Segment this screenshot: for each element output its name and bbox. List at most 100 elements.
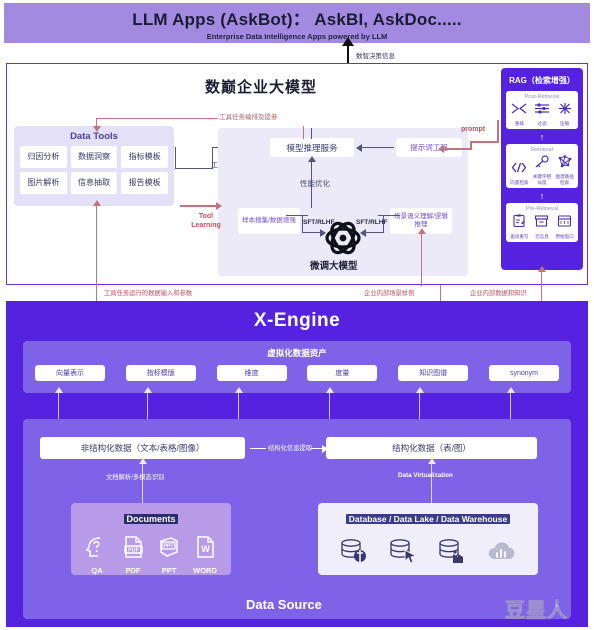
db-item-click[interactable]: [387, 537, 421, 572]
doc-item-ppt[interactable]: PPT PPT: [153, 535, 185, 575]
documents-card: Documents QA PDF PDF PPT PPT W WORD: [71, 503, 231, 575]
sft-left-elbow: [302, 215, 304, 232]
rag-pre-retrieval-title: Pre-Retrieval: [525, 205, 559, 212]
tool-result-line-v1: [175, 147, 177, 169]
rag-post-retrieval-card[interactable]: Post-Retrieval 重排 过滤 压缩: [506, 91, 578, 130]
rag-item-keyword[interactable]: 关键字相似度: [531, 155, 553, 185]
virt-chip[interactable]: 指标模版: [125, 365, 196, 381]
rag-item-label: 过滤: [537, 121, 547, 126]
data-tool-item[interactable]: 信息抽取: [70, 172, 118, 194]
cloud-analytics-icon: [488, 542, 514, 559]
db-item-factory[interactable]: [436, 537, 470, 572]
data-tool-item[interactable]: 图片解析: [20, 172, 67, 194]
inference-red-tick: [303, 126, 305, 139]
doc-item-label: PPT: [161, 566, 177, 575]
rag-post-retrieval-title: Post-Retrieval: [524, 94, 560, 100]
database-card-title: Database / Data Lake / Data Warehouse: [345, 514, 511, 524]
rag-item-query-rewrite[interactable]: 查询重写: [508, 214, 530, 239]
unstructured-data-box[interactable]: 非结构化数据（文本/表格/图像）: [40, 437, 245, 459]
virtualized-data-assets-panel: 虚拟化数据资产 向量表示 指标模版 维度 度量 知识图谱 synonym: [23, 341, 571, 393]
rag-item-graph[interactable]: 图谱路径检索: [554, 155, 576, 185]
virt-chip[interactable]: synonym: [488, 365, 559, 381]
rag-item-compress[interactable]: 压缩: [554, 102, 576, 126]
svg-text:PPT: PPT: [163, 544, 174, 550]
virt-chip[interactable]: 知识图谱: [398, 365, 469, 381]
extract-line-left: [250, 448, 266, 449]
data-virt-arrow: [428, 458, 436, 486]
sft-left-arrow: [302, 228, 326, 238]
inference-service-box[interactable]: 模型推理服务: [270, 138, 354, 157]
code-brackets-icon: [512, 162, 527, 172]
rag-item-label: 关键字相似度: [532, 174, 552, 185]
data-tool-item[interactable]: 报告模板: [121, 172, 168, 194]
x-engine-title: X-Engine: [253, 310, 341, 331]
prompt-line-h: [470, 141, 499, 143]
database-click-icon: [389, 539, 417, 564]
doc-item-qa[interactable]: QA: [81, 535, 113, 575]
rag-item-label: 元信息: [535, 233, 549, 239]
structured-data-box[interactable]: 结构化数据（表/图）: [326, 437, 537, 459]
data-tools-panel: Data Tools 归因分析 数据洞察 指标模板 图片解析 信息抽取 报告模板: [14, 126, 174, 206]
finetune-model-label: 微调大模型: [310, 261, 358, 272]
sft-right-elbow: [383, 215, 385, 232]
tool-orchestration-line: [96, 118, 218, 120]
rag-retrieval-title: Retrieval: [531, 147, 553, 154]
tool-orchestration-arrow: [91, 118, 103, 132]
window-grid-icon: [558, 215, 572, 227]
rag-item-metadata[interactable]: 元信息: [531, 214, 553, 239]
pdf-file-icon: PDF: [124, 536, 143, 558]
enterprise-samples-label: 企业内部场景样例: [364, 290, 415, 297]
rag-item-rerank[interactable]: 重排: [508, 102, 530, 126]
structured-extract-label: 结构化信息提取: [268, 445, 313, 452]
llm-apps-banner: LLM Apps (AskBot)： AskBI, AskDoc..... En…: [4, 3, 590, 43]
virtualized-chip-row: 向量表示 指标模版 维度 度量 知识图谱 synonym: [23, 359, 571, 381]
db-item-cloud-analytics[interactable]: [485, 537, 519, 572]
virt-chip[interactable]: 度量: [307, 365, 378, 381]
data-tool-item[interactable]: 指标模板: [121, 146, 168, 168]
sample-collection-box[interactable]: 样本搜集/数据增强: [238, 208, 300, 234]
enterprise-data-arrow: [536, 266, 548, 286]
data-processing-panel: 非结构化数据（文本/表格/图像） 结构化数据（表/图） 结构化信息提取 文档解析…: [23, 419, 571, 619]
ppt-file-icon: PPT: [160, 537, 178, 557]
rag-arrow-up-1: ↑: [539, 132, 545, 143]
atom-icon: [320, 220, 366, 261]
doc-item-label: WORD: [193, 566, 217, 575]
rag-item-vector[interactable]: 向量检索: [508, 161, 530, 185]
data-tool-item[interactable]: 归因分析: [20, 146, 67, 168]
word-file-icon: W: [197, 536, 214, 558]
rag-item-label: 压缩: [560, 121, 570, 126]
database-card: Database / Data Lake / Data Warehouse: [318, 503, 538, 575]
rag-panel: RAG（检索增强） Post-Retrieval 重排 过滤 压缩 ↑ Retr…: [501, 68, 583, 270]
inference-up-line: [311, 128, 313, 139]
db-item-postgres[interactable]: [338, 537, 372, 572]
llm-apps-title: LLM Apps (AskBot)： AskBI, AskDoc.....: [132, 10, 462, 29]
rag-pre-retrieval-card[interactable]: Pre-Retrieval 查询重写 元信息 原始窗口: [506, 202, 578, 243]
virt-chip[interactable]: 向量表示: [35, 365, 105, 381]
svg-text:W: W: [201, 544, 210, 554]
enterprise-samples-arrow: [416, 228, 428, 286]
doc-item-word[interactable]: W WORD: [189, 535, 221, 575]
extract-arrow-right: [311, 445, 328, 453]
rag-item-window[interactable]: 原始窗口: [554, 214, 576, 239]
chip-arrow-3: [235, 387, 243, 419]
tool-input-params-label: 工具任务运行的数据输入和参数: [104, 290, 193, 297]
data-tool-item[interactable]: 数据洞察: [70, 146, 118, 168]
tool-learning-label: Tool Learning: [191, 213, 221, 230]
rag-arrow-up-2: ↑: [539, 190, 545, 201]
graph-network-icon: [558, 155, 571, 168]
chip-arrow-1: [55, 387, 63, 419]
decision-flow-label: 数智决策信息: [356, 53, 395, 60]
clipboard-edit-icon: [513, 214, 525, 227]
chip-arrow-6: [507, 387, 515, 419]
enterprise-data-label: 企业内部数据和知识: [470, 290, 527, 297]
svg-text:PDF: PDF: [128, 548, 139, 554]
virt-chip[interactable]: 维度: [216, 365, 287, 381]
sft-right-line: [378, 215, 400, 217]
performance-opt-label: 性能优化: [300, 179, 330, 188]
doc-item-pdf[interactable]: PDF PDF: [117, 535, 149, 575]
archive-box-icon: [535, 215, 549, 227]
prompt-line-v: [497, 120, 499, 142]
rag-retrieval-card[interactable]: Retrieval 向量检索 关键字相似度 图谱路径检索: [506, 144, 578, 188]
rag-item-filter[interactable]: 过滤: [531, 102, 553, 126]
rag-item-label: 图谱路径检索: [555, 174, 574, 185]
